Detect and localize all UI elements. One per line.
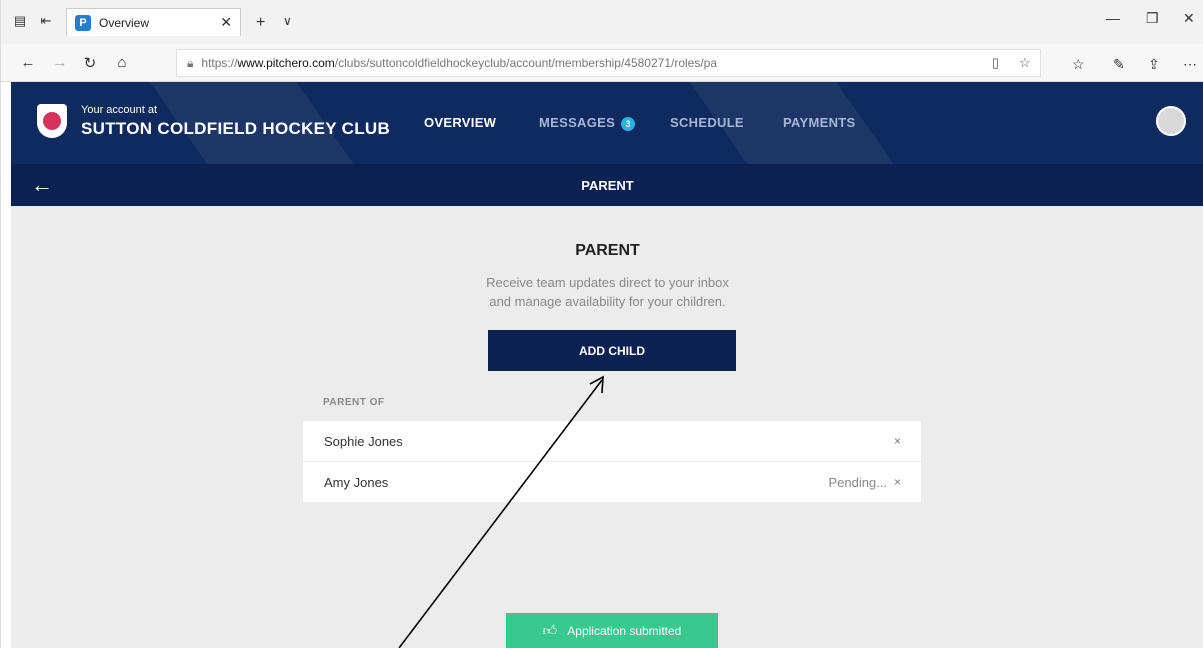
site-content: Your account at SUTTON COLDFIELD HOCKEY … [11,82,1203,648]
children-list: Sophie Jones × Amy Jones Pending... × [303,421,921,503]
success-toast: 👍︎ Application submitted [506,613,718,648]
favorite-star-icon[interactable]: ☆ [1019,55,1031,71]
sub-header: ← PARENT [11,164,1203,206]
remove-child-icon[interactable]: × [894,434,901,448]
description-line: and manage availability for your childre… [489,294,726,309]
lock-icon: 🔒︎ [187,55,194,70]
forward-icon[interactable]: → [51,54,69,71]
refresh-icon[interactable]: ↻ [81,54,99,72]
nav-payments[interactable]: PAYMENTS [783,115,855,130]
child-name: Amy Jones [324,474,389,490]
tab-overview[interactable]: P Overview ✕ [66,8,241,36]
set-aside-tabs-icon[interactable]: ⇤ [39,14,53,28]
add-child-button[interactable]: ADD CHILD [488,330,736,371]
club-name[interactable]: SUTTON COLDFIELD HOCKEY CLUB [81,119,390,139]
tab-list-chevron-icon[interactable]: ∨ [283,14,292,28]
tab-bar: ▤ ⇤ P Overview ✕ + ∨ — ❐ ✕ [1,0,1203,44]
home-icon[interactable]: ⌂ [113,54,131,71]
more-icon[interactable]: ⋯ [1183,56,1197,73]
remove-child-icon[interactable]: × [894,475,901,489]
tab-actions-icon[interactable]: ▤ [13,14,27,28]
parent-of-label: PARENT OF [323,397,385,408]
url-host: www.pitchero.com [237,56,335,70]
close-tab-icon[interactable]: ✕ [220,14,232,31]
favorites-icon[interactable]: ☆ [1072,56,1085,73]
restore-icon[interactable]: ❐ [1146,10,1159,27]
page-title: PARENT [575,242,640,259]
nav-messages-label: MESSAGES [539,115,616,130]
role-description: Receive team updates direct to your inbo… [11,273,1203,311]
thumbs-up-icon: 👍︎ [542,622,558,638]
sub-header-title: PARENT [581,178,634,193]
nav-messages[interactable]: MESSAGES 3 [539,115,636,131]
list-item: Sophie Jones × [303,421,921,461]
toast-text: Application submitted [567,623,682,638]
address-bar[interactable]: 🔒︎ https://www.pitchero.com/clubs/sutton… [176,49,1041,77]
new-tab-icon[interactable]: + [256,14,265,32]
reading-view-icon[interactable]: ▯ [992,55,999,71]
child-name: Sophie Jones [324,433,403,449]
url-scheme: https:// [201,56,238,70]
back-icon[interactable]: ← [19,54,37,71]
url-path: /clubs/suttoncoldfieldhockeyclub/account… [334,56,718,70]
account-label: Your account at [81,104,158,116]
pitchero-favicon-icon: P [75,14,91,31]
club-crest-logo[interactable] [37,104,67,138]
nav-overview[interactable]: OVERVIEW [424,115,496,130]
messages-count-badge: 3 [621,116,636,131]
pending-status: Pending... [828,474,887,490]
browser-window: ▤ ⇤ P Overview ✕ + ∨ — ❐ ✕ ← → ↻ ⌂ 🔒︎ ht… [0,0,1203,648]
navigation-bar: ← → ↻ ⌂ 🔒︎ https://www.pitchero.com/club… [1,44,1203,82]
site-header: Your account at SUTTON COLDFIELD HOCKEY … [11,82,1203,164]
description-line: Receive team updates direct to your inbo… [486,275,729,290]
close-window-icon[interactable]: ✕ [1183,10,1195,27]
share-icon[interactable]: ⇪ [1148,56,1160,73]
pen-icon[interactable]: ✎ [1113,56,1125,73]
nav-schedule[interactable]: SCHEDULE [670,115,744,130]
list-item: Amy Jones Pending... × [303,462,921,502]
user-avatar[interactable] [1156,106,1186,136]
minimize-icon[interactable]: — [1106,10,1120,26]
tab-title: Overview [99,15,150,30]
